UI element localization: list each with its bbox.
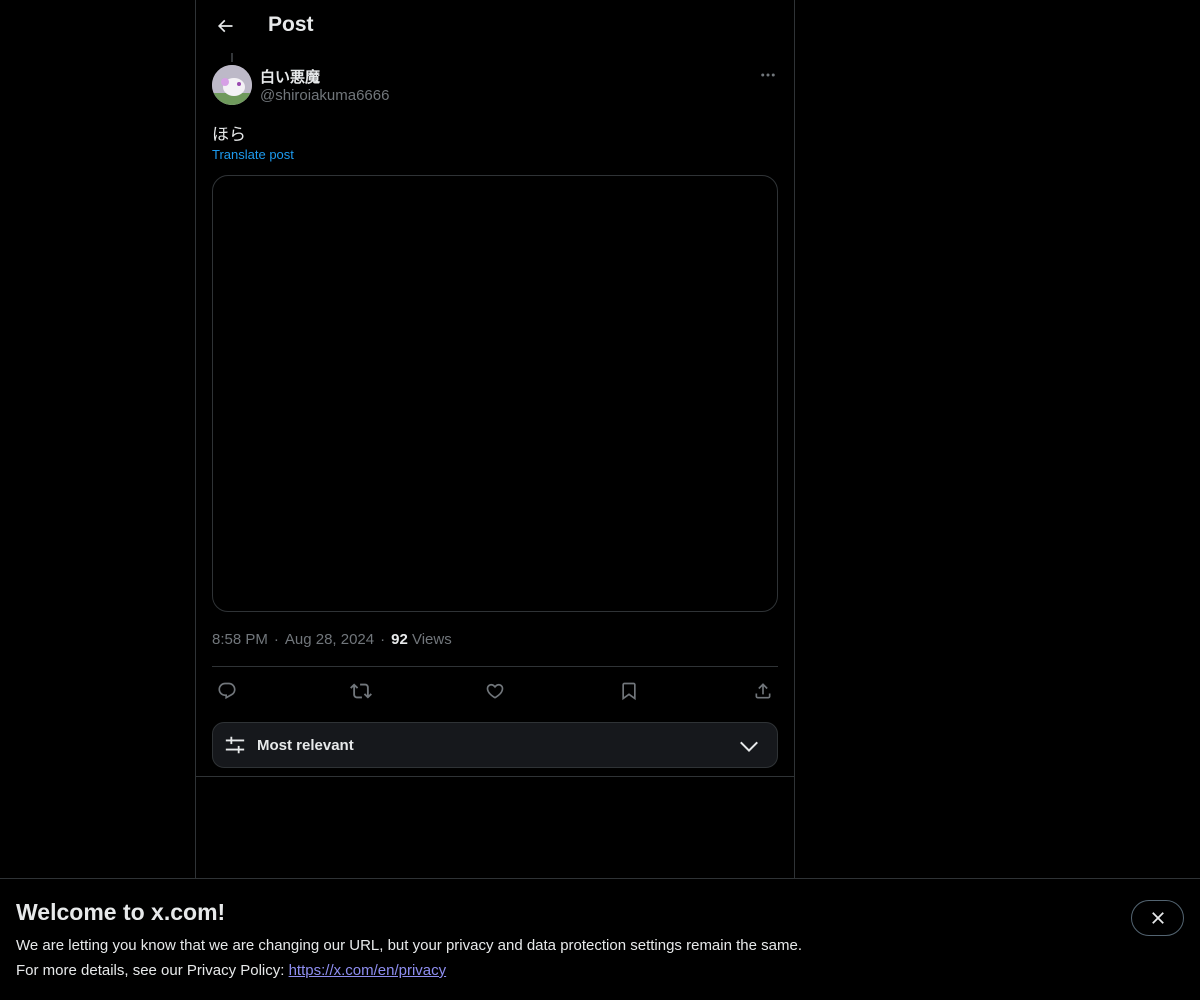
avatar[interactable] [212,65,252,105]
back-button[interactable] [208,9,242,43]
share-icon [755,683,771,699]
repost-button[interactable] [346,676,376,706]
bookmark-button[interactable] [614,676,644,706]
reply-button[interactable] [212,676,242,706]
share-button[interactable] [748,676,778,706]
page-title: Post [268,13,314,36]
bookmark-icon [622,682,636,701]
banner-message: We are letting you know that we are chan… [16,937,802,954]
post-time[interactable]: 8:58 PM [212,631,268,648]
sliders-icon [223,733,247,757]
replies-sort-dropdown[interactable]: Most relevant [212,722,778,768]
banner-title: Welcome to x.com! [16,899,226,925]
divider [196,776,794,777]
like-button[interactable] [480,676,510,706]
sort-label: Most relevant [257,736,354,754]
post-actions [212,676,778,706]
post-text: ほら [212,125,246,144]
page-header: Post [196,0,794,53]
chevron-down-icon [737,734,761,758]
post-media[interactable] [212,175,778,612]
more-icon [761,73,775,77]
avatar-image [212,65,252,105]
thread-line [231,53,233,62]
privacy-policy-link[interactable]: https://x.com/en/privacy [289,962,447,979]
like-icon [486,683,504,699]
close-banner-button[interactable] [1131,900,1184,936]
meta-separator: · [380,631,386,648]
meta-separator: · [273,631,279,648]
close-icon [1151,912,1164,924]
views-label: Views [411,631,452,648]
views-count: 92 [391,631,408,648]
author-display-name[interactable]: 白い悪魔 [260,66,320,87]
primary-column: Post 白い悪魔 @shiroiakuma6666 ほら Translate … [195,0,795,1000]
post-date[interactable]: Aug 28, 2024 [285,631,374,648]
divider [212,666,778,667]
post-metadata: 8:58 PM · Aug 28, 2024 · 92 Views [212,631,452,648]
banner-privacy-prefix: For more details, see our Privacy Policy… [16,962,289,979]
reply-icon [218,682,236,700]
arrow-left-icon [217,19,233,33]
translate-post-link[interactable]: Translate post [212,147,294,162]
repost-icon [350,683,372,699]
banner-privacy-line: For more details, see our Privacy Policy… [16,962,446,979]
url-change-banner: Welcome to x.com! We are letting you kno… [0,878,1200,1000]
more-options-button[interactable] [754,65,782,85]
author-handle[interactable]: @shiroiakuma6666 [260,87,389,104]
